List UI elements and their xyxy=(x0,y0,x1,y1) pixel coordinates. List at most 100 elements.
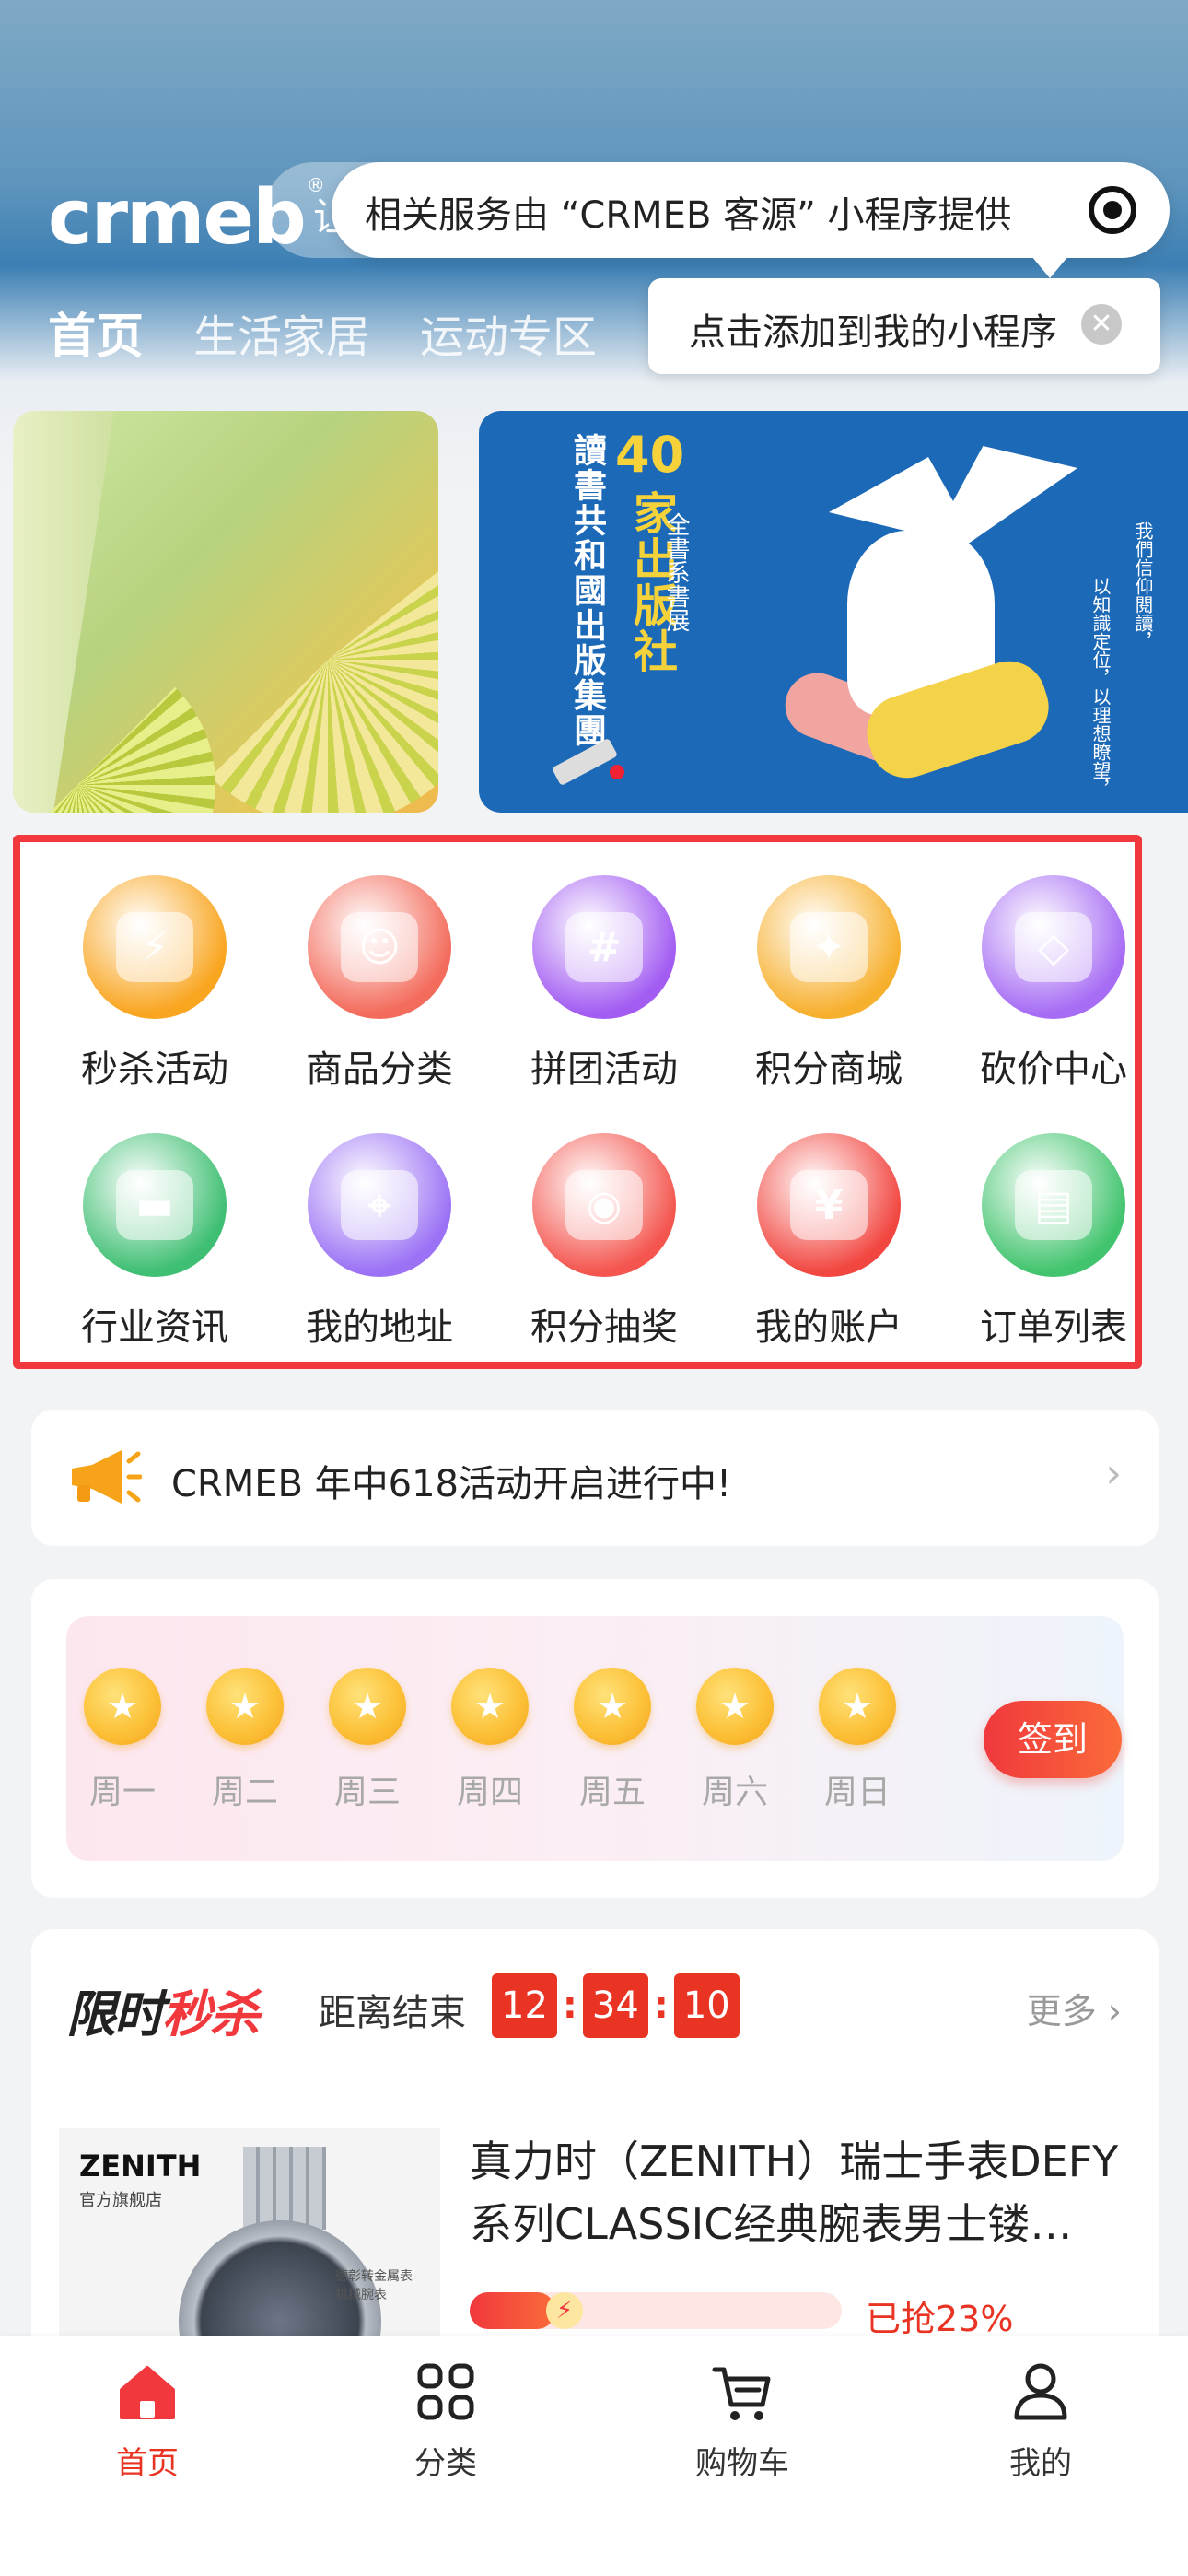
tabbar-me[interactable]: 我的 xyxy=(949,2359,1133,2483)
signin-day-label: 周六 xyxy=(701,1774,768,1811)
countdown-minutes: 34 xyxy=(582,1973,648,2038)
box-icon: ◇ xyxy=(982,875,1125,1019)
menu-icon-glyph: ◉ xyxy=(565,1170,643,1240)
user-icon xyxy=(1014,2363,1067,2420)
countdown-label: 距离结束 xyxy=(319,1992,466,2034)
menu-icon-glyph: ▤ xyxy=(1015,1170,1092,1240)
flash-sale-title: 限时秒杀 xyxy=(66,1985,260,2043)
menu-item-label: 积分商城 xyxy=(755,1048,903,1091)
coin-icon xyxy=(451,1668,529,1745)
menu-item-label: 我的账户 xyxy=(755,1306,903,1349)
countdown-separator: : xyxy=(653,1985,669,2027)
menu-icon-glyph: ✦ xyxy=(790,912,868,982)
signin-panel: 签到 周一 周二 周三 周四 周五 周六 周日 xyxy=(66,1616,1124,1861)
tabbar-home[interactable]: 首页 xyxy=(55,2359,239,2483)
menu-grid: ⚡ 秒杀活动 ☺ 商品分类 # 拼团活动 ✦ 积分商城 ◇ 砍价中心 ▬ 行业资讯 ⌖ 我的地址 ◉ 积分抽奖… xyxy=(42,875,1147,1351)
tabbar-cart[interactable]: 购物车 xyxy=(650,2359,834,2483)
menu-item[interactable]: ☺ 商品分类 xyxy=(267,875,492,1093)
menu-icon-glyph: ⌖ xyxy=(341,1170,418,1240)
tabbar-label: 分类 xyxy=(414,2445,477,2482)
miniprogram-provider-text: 相关服务由 “CRMEB 客源” 小程序提供 xyxy=(365,194,1012,237)
signin-day: 周二 xyxy=(194,1668,296,1813)
tabbar-label: 首页 xyxy=(116,2445,179,2482)
signin-day-label: 周二 xyxy=(211,1774,278,1811)
signin-day-label: 周五 xyxy=(578,1774,646,1811)
signin-day: 周三 xyxy=(317,1668,418,1813)
menu-item-label: 砍价中心 xyxy=(980,1048,1127,1091)
menu-item-label: 商品分类 xyxy=(306,1048,453,1091)
menu-item[interactable]: ¥ 我的账户 xyxy=(716,1133,941,1351)
printer-icon: ▤ xyxy=(982,1133,1125,1277)
product-brand: ZENITH xyxy=(79,2149,202,2184)
tabbar-label: 我的 xyxy=(1009,2445,1072,2482)
sold-percentage: 已抢23% xyxy=(866,2299,1014,2339)
menu-item[interactable]: ◉ 积分抽奖 xyxy=(492,1133,716,1351)
banner-left-image[interactable] xyxy=(13,411,438,813)
more-link[interactable]: 更多 › xyxy=(1027,1983,1122,2033)
news-text: CRMEB 年中618活动开启进行中! xyxy=(171,1463,732,1505)
close-icon[interactable]: ✕ xyxy=(1081,304,1122,345)
product-title[interactable]: 真力时（ZENITH）瑞士手表DEFY系列CLASSIC经典腕表男士镂… xyxy=(470,2130,1133,2255)
group-bag-icon: # xyxy=(532,875,676,1019)
tab-more[interactable]: 电 xyxy=(646,310,691,365)
book-illustration xyxy=(829,446,1077,545)
megaphone-icon xyxy=(72,1450,142,1504)
news-bar[interactable]: CRMEB 年中618活动开启进行中! › xyxy=(31,1410,1159,1546)
miniprogram-provider-tip[interactable]: 相关服务由 “CRMEB 客源” 小程序提供 xyxy=(332,162,1170,278)
menu-item[interactable]: ▤ 订单列表 xyxy=(941,1133,1166,1351)
menu-item-label: 行业资讯 xyxy=(81,1306,228,1349)
coin-icon xyxy=(206,1668,284,1745)
menu-item[interactable]: ▬ 行业资讯 xyxy=(42,1133,267,1351)
menu-item[interactable]: ✦ 积分商城 xyxy=(716,875,941,1093)
tab-sports[interactable]: 运动专区 xyxy=(420,310,597,365)
coin-icon xyxy=(329,1668,406,1745)
coin-icon xyxy=(819,1668,896,1745)
money-bag-icon: ¥ xyxy=(757,1133,901,1277)
category-grid-icon xyxy=(417,2363,474,2420)
signin-day: 周日 xyxy=(807,1668,908,1813)
menu-item-label: 订单列表 xyxy=(980,1306,1127,1349)
signin-button[interactable]: 签到 xyxy=(984,1701,1122,1778)
banner-subtitle: 全書系書展 xyxy=(662,512,690,632)
menu-item[interactable]: # 拼团活动 xyxy=(492,875,716,1093)
add-miniprogram-tip[interactable]: 点击添加到我的小程序 ✕ xyxy=(648,278,1160,374)
banner-slogan: 我們信仰閱讀， xyxy=(1132,521,1154,650)
signin-day-label: 周一 xyxy=(88,1774,156,1811)
wallet-icon: ✦ xyxy=(757,875,901,1019)
red-dot xyxy=(610,765,624,779)
menu-icon-glyph: ¥ xyxy=(790,1170,868,1240)
banner-book-fair[interactable]: 讀書共和國出版集團 40 家出版社 全書系書展 我們信仰閱讀， 以知識定位，以理… xyxy=(479,411,1188,813)
signin-day: 周四 xyxy=(439,1668,541,1813)
signin-card: 签到 周一 周二 周三 周四 周五 周六 周日 xyxy=(31,1579,1159,1898)
menu-item[interactable]: ⌖ 我的地址 xyxy=(267,1133,492,1351)
product-store: 官方旗舰店 xyxy=(79,2191,162,2210)
coin-icon xyxy=(574,1668,651,1745)
tab-home[interactable]: 首页 xyxy=(48,310,144,365)
menu-icon-glyph: ◇ xyxy=(1015,912,1092,982)
signin-day: 周六 xyxy=(684,1668,786,1813)
sold-progress-fill xyxy=(470,2292,555,2329)
signin-day: 周五 xyxy=(562,1668,663,1813)
countdown-hours: 12 xyxy=(492,1973,557,2038)
menu-icon-glyph: ☺ xyxy=(341,912,418,982)
tabbar-label: 购物车 xyxy=(695,2445,789,2482)
menu-item[interactable]: ⚡ 秒杀活动 xyxy=(42,875,267,1093)
menu-icon-glyph: ⚡ xyxy=(116,912,193,982)
menu-item[interactable]: ◇ 砍价中心 xyxy=(941,875,1166,1093)
lottery-wheel-icon: ◉ xyxy=(532,1133,676,1277)
banner-slogan-2: 以知識定位，以理想瞭望， xyxy=(1089,577,1112,798)
menu-item-label: 拼团活动 xyxy=(530,1048,678,1091)
miniprogram-target-icon[interactable] xyxy=(1089,186,1136,234)
tabbar-category[interactable]: 分类 xyxy=(354,2359,538,2483)
map-icon: ⌖ xyxy=(308,1133,451,1277)
category-tabs: 首页 生活家居 运动专区 电 xyxy=(48,310,691,365)
chevron-right-icon: › xyxy=(1105,1450,1122,1497)
menu-item-label: 积分抽奖 xyxy=(530,1306,678,1349)
signin-day: 周一 xyxy=(72,1668,173,1813)
add-miniprogram-text: 点击添加到我的小程序 xyxy=(689,311,1057,354)
banner-number: 40 xyxy=(615,426,685,484)
shopping-bag-icon: ☺ xyxy=(308,875,451,1019)
tab-home-living[interactable]: 生活家居 xyxy=(193,310,370,365)
tip-arrow xyxy=(1031,256,1068,278)
countdown-seconds: 10 xyxy=(673,1973,740,2038)
